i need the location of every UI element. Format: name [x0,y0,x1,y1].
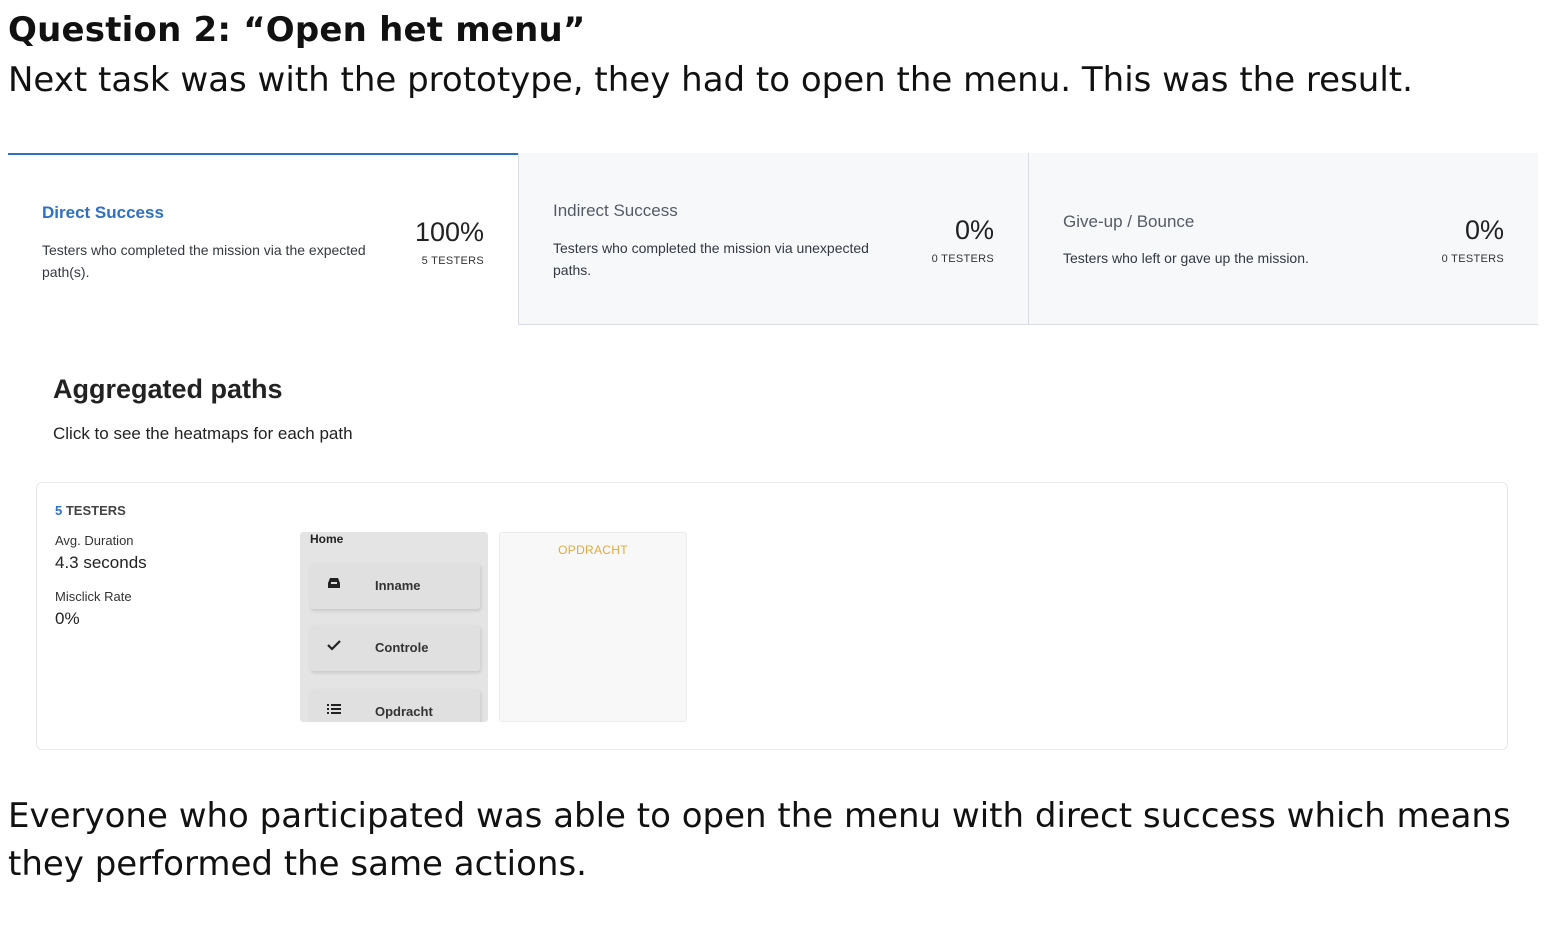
stat-percentage: 0% [1464,215,1504,245]
menu-item-label: Opdracht [375,704,433,719]
screen-thumbnail-menu[interactable]: Home Inname Controle Opdracht [300,532,488,722]
inbox-icon [326,577,342,592]
menu-item-controle: Controle [310,625,480,671]
aggregated-paths-title: Aggregated paths [53,374,283,404]
stat-description: Testers who completed the mission via un… [553,240,869,278]
thumbnail-home-label: Home [310,532,344,546]
path-tester-count: 5 TESTERS [55,503,126,518]
stat-card-give-up-bounce[interactable]: Give-up / Bounce Testers who left or gav… [1028,153,1538,325]
menu-item-opdracht: Opdracht [310,689,480,722]
misclick-rate-label: Misclick Rate [55,589,132,604]
question-heading: Question 2: “Open het menu” [8,10,586,50]
intro-text: Next task was with the prototype, they h… [8,60,1413,100]
menu-item-label: Inname [375,578,421,593]
stat-percentage: 100% [414,217,484,247]
stat-tester-count: 5 TESTERS [421,255,484,267]
stat-tester-count: 0 TESTERS [931,253,994,265]
misclick-rate-value: 0% [55,609,80,628]
stat-title: Direct Success [42,203,164,222]
check-icon [326,639,342,654]
screen-thumbnail-opdracht[interactable]: OPDRACHT [499,532,687,722]
path-tester-label: TESTERS [65,503,126,518]
thumbnail-task-label: OPDRACHT [558,543,628,557]
path-tester-number: 5 [55,503,63,518]
stat-description: Testers who left or gave up the mission. [1063,250,1309,266]
menu-item-inname: Inname [310,563,480,609]
stat-title: Give-up / Bounce [1063,212,1195,231]
stat-card-indirect-success[interactable]: Indirect Success Testers who completed t… [518,153,1028,325]
list-icon [326,703,342,718]
avg-duration-label: Avg. Duration [55,533,134,548]
conclusion-text: Everyone who participated was able to op… [8,796,1511,884]
stat-tester-count: 0 TESTERS [1441,253,1504,265]
aggregated-paths-subtitle: Click to see the heatmaps for each path [53,424,353,443]
menu-item-label: Controle [375,640,429,655]
stat-card-direct-success[interactable]: Direct Success Testers who completed the… [8,153,518,325]
result-stats-row: Direct Success Testers who completed the… [8,153,1538,325]
stat-description: Testers who completed the mission via th… [42,242,366,280]
stat-title: Indirect Success [553,201,678,220]
avg-duration-value: 4.3 seconds [55,553,147,572]
stat-percentage: 0% [954,215,994,245]
aggregated-path-card[interactable]: 5 TESTERS Avg. Duration 4.3 seconds Misc… [36,482,1508,750]
